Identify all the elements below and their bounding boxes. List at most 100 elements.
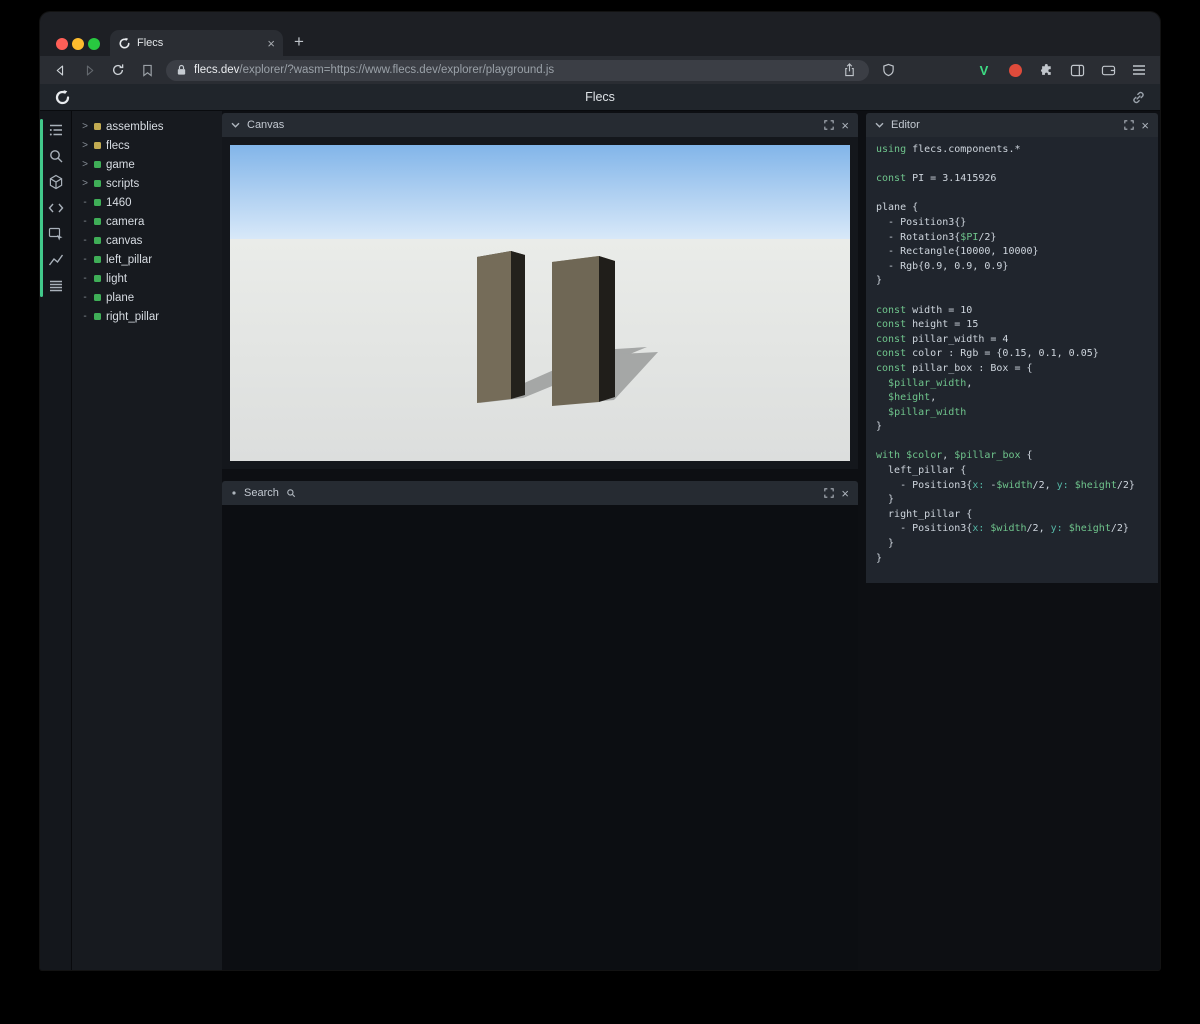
address-bar[interactable]: flecs.dev/explorer/?wasm=https://www.fle…	[166, 59, 869, 81]
code-line: $height,	[888, 392, 937, 404]
close-panel-icon[interactable]: ×	[841, 119, 849, 132]
entity-tree: > assemblies > flecs > game > scripts - 1460 - came…	[72, 111, 222, 970]
code-line: }	[876, 538, 895, 550]
code-line: }	[876, 275, 883, 287]
tree-item-assemblies[interactable]: > assemblies	[72, 117, 222, 136]
bullet-icon[interactable]	[231, 490, 237, 496]
cube-icon[interactable]	[48, 174, 64, 190]
expand-panel-icon[interactable]	[824, 488, 835, 498]
expander-icon: -	[83, 311, 87, 322]
panel-title-search: Search	[244, 487, 279, 499]
panel-title-editor: Editor	[891, 119, 920, 131]
code-line: const pillar_width = 4	[876, 333, 1009, 345]
entity-label: scripts	[106, 177, 140, 190]
reload-button[interactable]	[108, 60, 128, 80]
permalink-icon[interactable]	[1131, 90, 1146, 105]
tree-item-1460[interactable]: - 1460	[72, 193, 222, 212]
entity-color-icon	[94, 218, 101, 225]
search-panel-body[interactable]	[222, 505, 858, 970]
expander-icon: -	[83, 235, 87, 246]
close-window-button[interactable]	[56, 38, 68, 50]
code-line: $pillar_width,	[888, 377, 973, 389]
tree-item-camera[interactable]: - camera	[72, 212, 222, 231]
inspect-icon[interactable]	[48, 226, 64, 242]
brave-shield-icon[interactable]	[878, 60, 898, 80]
share-button[interactable]	[839, 60, 859, 80]
entity-color-icon	[94, 180, 101, 187]
app-header: Flecs	[40, 84, 1160, 111]
entity-label: canvas	[106, 234, 143, 247]
close-panel-icon[interactable]: ×	[841, 487, 849, 500]
tree-item-plane[interactable]: - plane	[72, 288, 222, 307]
entity-color-icon	[94, 313, 101, 320]
editor-panel: Editor × using flecs.components.* const …	[866, 113, 1158, 583]
code-line: }	[876, 552, 883, 564]
code-line: }	[876, 421, 883, 433]
code-line: const height = 15	[876, 319, 979, 331]
minimize-window-button[interactable]	[72, 38, 84, 50]
icon-rail	[40, 111, 72, 970]
chevron-down-icon[interactable]	[231, 122, 240, 128]
tree-item-light[interactable]: - light	[72, 269, 222, 288]
code-line: - Position3{x: $width/2, y: $height/2}	[876, 523, 1129, 535]
tree-item-left_pillar[interactable]: - left_pillar	[72, 250, 222, 269]
code-line: }	[876, 494, 895, 506]
forward-button[interactable]	[79, 60, 99, 80]
chart-icon[interactable]	[48, 252, 64, 268]
code-line: const width = 10	[876, 304, 973, 316]
extensions-puzzle-icon[interactable]	[1035, 59, 1057, 81]
new-tab-button[interactable]: +	[294, 32, 304, 52]
menu-button[interactable]	[1128, 59, 1150, 81]
entity-color-icon	[94, 275, 101, 282]
code-line: const color : Rgb = {0.15, 0.1, 0.05}	[876, 348, 1099, 360]
back-button[interactable]	[50, 60, 70, 80]
tree-item-right_pillar[interactable]: - right_pillar	[72, 307, 222, 326]
chevron-down-icon[interactable]	[875, 122, 884, 128]
hierarchy-icon[interactable]	[48, 122, 64, 138]
expander-icon: -	[83, 273, 87, 284]
entity-color-icon	[94, 256, 101, 263]
expand-panel-icon[interactable]	[824, 120, 835, 130]
3d-viewport[interactable]	[230, 145, 850, 461]
code-icon[interactable]	[48, 200, 64, 216]
expander-icon: >	[82, 121, 88, 132]
tab-close-icon[interactable]: ×	[267, 37, 275, 50]
extension-v-icon[interactable]: V	[973, 59, 995, 81]
flecs-explorer-page: Flecs > assemblies > flecs > game > scripts - 146…	[40, 84, 1160, 970]
expander-icon: -	[83, 216, 87, 227]
sky	[230, 145, 850, 240]
canvas-panel-header: Canvas ×	[222, 113, 858, 137]
entity-label: camera	[106, 215, 145, 228]
zoom-window-button[interactable]	[88, 38, 100, 50]
close-panel-icon[interactable]: ×	[1141, 119, 1149, 132]
code-line: with $color, $pillar_box {	[876, 450, 1033, 462]
tree-item-game[interactable]: > game	[72, 155, 222, 174]
code-line: $pillar_width	[888, 406, 967, 418]
ground-plane	[230, 239, 850, 461]
extension-red-icon[interactable]	[1004, 59, 1026, 81]
canvas-panel-body	[222, 137, 858, 469]
tree-item-canvas[interactable]: - canvas	[72, 231, 222, 250]
code-line: - Rotation3{$PI/2}	[876, 231, 997, 243]
entity-color-icon	[94, 123, 101, 130]
code-line: right_pillar {	[876, 508, 973, 520]
tree-item-scripts[interactable]: > scripts	[72, 174, 222, 193]
tree-item-flecs[interactable]: > flecs	[72, 136, 222, 155]
expand-panel-icon[interactable]	[1124, 120, 1135, 130]
wallet-button[interactable]	[1097, 59, 1119, 81]
bookmark-icon[interactable]	[137, 60, 157, 80]
tab-title: Flecs	[137, 37, 164, 49]
expander-icon: -	[83, 254, 87, 265]
stats-icon[interactable]	[48, 278, 64, 294]
tab-flecs[interactable]: Flecs ×	[110, 30, 283, 56]
entity-color-icon	[94, 142, 101, 149]
code-editor[interactable]: using flecs.components.* const PI = 3.14…	[866, 137, 1158, 583]
code-line: - Rectangle{10000, 10000}	[876, 246, 1039, 258]
search-icon[interactable]	[48, 148, 64, 164]
expander-icon: -	[83, 292, 87, 303]
sidebar-toggle-button[interactable]	[1066, 59, 1088, 81]
code-line: - Position3{}	[876, 216, 967, 228]
entity-label: plane	[106, 291, 135, 304]
